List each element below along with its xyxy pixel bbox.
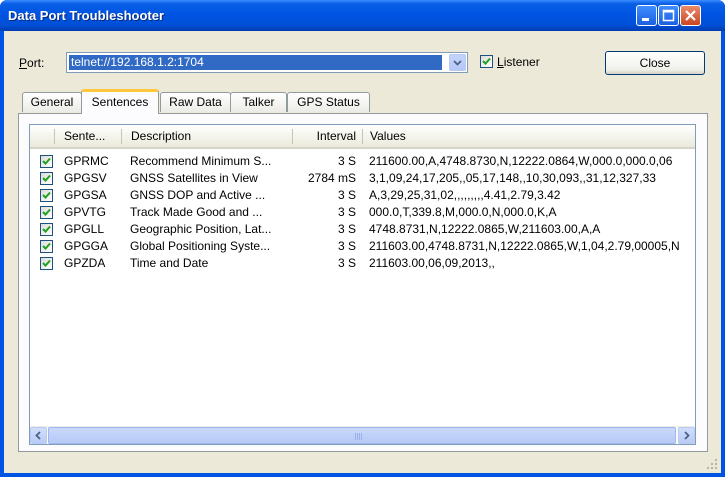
checkmark-icon — [42, 225, 51, 233]
window-border-bottom — [0, 473, 725, 477]
maximize-icon — [662, 9, 675, 22]
values-cell: 211600.00,A,4748.8730,N,12222.0864,W,000… — [369, 154, 673, 168]
values-cell: 3,1,09,24,17,205,,05,17,148,,10,30,093,,… — [369, 171, 656, 185]
sentence-cell: GPZDA — [64, 256, 106, 270]
checkmark-icon — [482, 57, 491, 65]
values-cell: 4748.8731,N,12222.0865,W,211603.00,A,A — [369, 222, 601, 236]
column-header-interval[interactable]: Interval — [311, 125, 356, 147]
close-button[interactable]: Close — [605, 51, 705, 75]
sentence-cell: GPVTG — [64, 205, 107, 219]
scroll-left-button[interactable] — [30, 427, 47, 444]
tab-sentences[interactable]: Sentences — [81, 89, 159, 114]
row-checkbox[interactable] — [40, 206, 53, 219]
column-divider[interactable] — [292, 129, 293, 144]
checkmark-icon — [42, 259, 51, 267]
row-checkbox[interactable] — [40, 257, 53, 270]
column-divider[interactable] — [54, 129, 55, 144]
row-checkbox[interactable] — [40, 223, 53, 236]
maximize-button[interactable] — [658, 5, 679, 26]
sentence-cell: GPGSA — [64, 188, 107, 202]
minimize-button[interactable] — [636, 5, 657, 26]
column-divider[interactable] — [362, 129, 363, 144]
grip-icon — [355, 433, 363, 440]
table-row[interactable]: GPRMC Recommend Minimum S... 3 S 211600.… — [30, 153, 695, 170]
listener-checkbox[interactable] — [480, 55, 493, 68]
horizontal-scrollbar[interactable] — [30, 426, 695, 444]
arrow-left-icon — [35, 431, 41, 440]
row-checkbox[interactable] — [40, 155, 53, 168]
scroll-thumb[interactable] — [48, 427, 676, 444]
table-row[interactable]: GPGLL Geographic Position, Lat... 3 S 47… — [30, 221, 695, 238]
interval-cell: 3 S — [337, 154, 356, 168]
table-row[interactable]: GPZDA Time and Date 3 S 211603.00,06,09,… — [30, 255, 695, 272]
chevron-down-icon — [453, 60, 462, 66]
values-cell: 000.0,T,339.8,M,000.0,N,000.0,K,A — [369, 205, 557, 219]
checkmark-icon — [42, 157, 51, 165]
description-cell: Track Made Good and ... — [130, 205, 263, 219]
port-value[interactable]: telnet://192.168.1.2:1704 — [69, 55, 442, 70]
close-window-button[interactable] — [680, 5, 701, 26]
interval-cell: 3 S — [337, 256, 356, 270]
listener-label[interactable]: Listener — [497, 55, 540, 69]
close-icon — [685, 10, 696, 21]
table-row[interactable]: GPGSV GNSS Satellites in View 2784 mS 3,… — [30, 170, 695, 187]
port-dropdown-button[interactable] — [449, 54, 466, 71]
description-cell: GNSS DOP and Active ... — [130, 188, 266, 202]
minimize-icon — [642, 18, 649, 21]
sentence-cell: GPRMC — [64, 154, 109, 168]
checkmark-icon — [42, 242, 51, 250]
column-header-sentence[interactable]: Sente... — [64, 125, 105, 147]
description-cell: Global Positioning Syste... — [130, 239, 271, 253]
sentences-list[interactable]: Sente... Description Interval Values GPR… — [29, 124, 696, 445]
window-border-right — [721, 31, 725, 477]
title-bar[interactable]: Data Port Troubleshooter — [0, 0, 725, 31]
checkmark-icon — [42, 191, 51, 199]
interval-cell: 3 S — [337, 239, 356, 253]
table-row[interactable]: GPVTG Track Made Good and ... 3 S 000.0,… — [30, 204, 695, 221]
scroll-right-button[interactable] — [678, 427, 695, 444]
interval-cell: 3 S — [337, 205, 356, 219]
values-cell: 211603.00,4748.8731,N,12222.0865,W,1,04,… — [369, 239, 680, 253]
app-window: Data Port Troubleshooter Port: telnet://… — [0, 0, 725, 477]
column-divider[interactable] — [121, 129, 122, 144]
interval-cell: 2784 mS — [307, 171, 356, 185]
column-header-values[interactable]: Values — [370, 125, 406, 147]
sentence-cell: GPGLL — [64, 222, 105, 236]
row-checkbox[interactable] — [40, 189, 53, 202]
tab-talker[interactable]: Talker — [230, 92, 287, 112]
interval-cell: 3 S — [337, 222, 356, 236]
checkmark-icon — [42, 208, 51, 216]
table-row[interactable]: GPGGA Global Positioning Syste... 3 S 21… — [30, 238, 695, 255]
description-cell: Time and Date — [130, 256, 209, 270]
tab-raw-data[interactable]: Raw Data — [160, 92, 231, 112]
arrow-right-icon — [684, 431, 690, 440]
values-cell: 211603.00,06,09,2013,, — [369, 256, 495, 270]
sentence-cell: GPGSV — [64, 171, 107, 185]
row-checkbox[interactable] — [40, 240, 53, 253]
resize-grip-icon[interactable] — [706, 458, 718, 470]
checkmark-icon — [42, 174, 51, 182]
description-cell: Geographic Position, Lat... — [130, 222, 272, 236]
tab-gps-status[interactable]: GPS Status — [287, 92, 370, 112]
tab-general[interactable]: General — [22, 92, 82, 112]
port-combobox[interactable]: telnet://192.168.1.2:1704 — [66, 52, 468, 73]
description-cell: Recommend Minimum S... — [130, 154, 272, 168]
column-header-description[interactable]: Description — [131, 125, 191, 147]
list-header: Sente... Description Interval Values — [30, 125, 695, 149]
window-title: Data Port Troubleshooter — [8, 8, 165, 23]
interval-cell: 3 S — [337, 188, 356, 202]
row-checkbox[interactable] — [40, 172, 53, 185]
description-cell: GNSS Satellites in View — [130, 171, 258, 185]
table-row[interactable]: GPGSA GNSS DOP and Active ... 3 S A,3,29… — [30, 187, 695, 204]
values-cell: A,3,29,25,31,02,,,,,,,,,4.41,2.79,3.42 — [369, 188, 561, 202]
sentence-cell: GPGGA — [64, 239, 109, 253]
port-label: Port: — [19, 56, 45, 70]
